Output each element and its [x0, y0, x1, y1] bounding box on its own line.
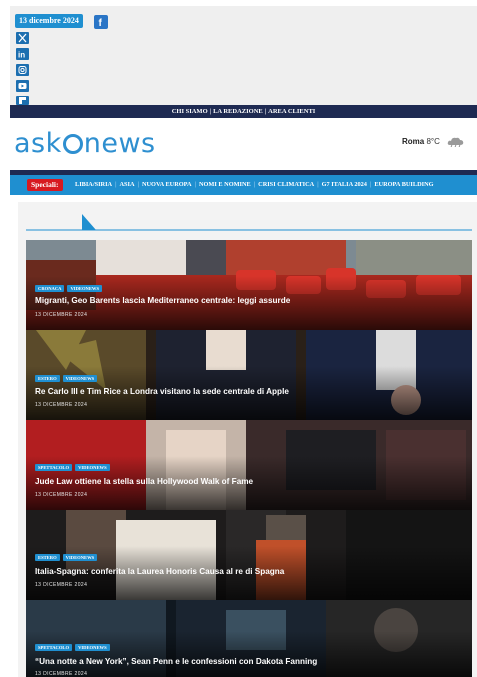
article-date: 13 DICEMBRE 2024: [35, 671, 88, 677]
article-card[interactable]: ESTERO VIDEONEWS Re Carlo III e Tim Rice …: [26, 330, 472, 420]
tag-label[interactable]: SPETTACOLO: [35, 644, 73, 651]
speciali-item[interactable]: G7 ITALIA 2024: [319, 181, 370, 188]
tag-label[interactable]: CRONACA: [35, 285, 65, 292]
instagram-icon[interactable]: [16, 64, 29, 76]
tag-label[interactable]: VIDEONEWS: [67, 285, 103, 292]
tag-label[interactable]: ESTERO: [35, 375, 60, 382]
x-icon[interactable]: [16, 32, 29, 44]
linkedin-icon[interactable]: in: [16, 48, 29, 60]
tag-label[interactable]: VIDEONEWS: [62, 554, 98, 561]
site-logo[interactable]: ask news: [14, 128, 156, 159]
article-title[interactable]: Jude Law ottiene la stella sulla Hollywo…: [35, 477, 253, 486]
weather-temp: 8°C: [426, 137, 440, 146]
nav-la-redazione[interactable]: LA REDAZIONE: [213, 108, 263, 115]
nav-area-clienti[interactable]: AREA CLIENTI: [268, 108, 315, 115]
tag-label[interactable]: ESTERO: [35, 554, 60, 561]
speciali-item[interactable]: EUROPA BUILDING: [371, 181, 436, 188]
article-card[interactable]: CRONACA VIDEONEWS Migranti, Geo Barents l…: [26, 240, 472, 330]
top-bar: 13 dicembre 2024 f in: [10, 6, 477, 105]
article-date: 13 DICEMBRE 2024: [35, 402, 88, 408]
speciali-items: LIBIA/SIRIA | ASIA | NUOVA EUROPA | NOMI E NOM…: [72, 175, 437, 195]
youtube-icon[interactable]: [16, 80, 29, 92]
speciali-item[interactable]: NUOVA EUROPA: [139, 181, 195, 188]
logo-text-right: news: [83, 128, 156, 159]
date-label: 13 dicembre 2024: [15, 14, 83, 28]
article-card[interactable]: SPETTACOLO VIDEONEWS Jude Law ottiene la …: [26, 420, 472, 510]
weather-city: Roma: [402, 137, 425, 146]
svg-text:in: in: [18, 51, 25, 60]
article-date: 13 DICEMBRE 2024: [35, 312, 88, 318]
article-date: 13 DICEMBRE 2024: [35, 492, 88, 498]
flipboard-icon[interactable]: [16, 96, 29, 105]
article-title[interactable]: Italia-Spagna: conferita la Laurea Honor…: [35, 567, 284, 576]
svg-text:f: f: [99, 18, 103, 29]
speciali-item[interactable]: CRISI CLIMATICA: [255, 181, 317, 188]
nav-chi-siamo[interactable]: CHI SIAMO: [172, 108, 208, 115]
article-date: 13 DICEMBRE 2024: [35, 582, 88, 588]
speciali-label: Speciali:: [27, 179, 63, 191]
tag-label[interactable]: VIDEONEWS: [75, 464, 110, 471]
section-tab-indicator: [26, 214, 472, 231]
cloud-icon: [447, 137, 464, 147]
article-title[interactable]: Migranti, Geo Barents lascia Mediterrane…: [35, 296, 290, 305]
tag-label[interactable]: SPETTACOLO: [35, 464, 73, 471]
tag-label[interactable]: VIDEONEWS: [75, 644, 110, 651]
speciali-bar: Speciali: LIBIA/SIRIA | ASIA | NUOVA EUROPA |…: [10, 175, 477, 195]
facebook-icon[interactable]: f: [94, 15, 108, 29]
article-title[interactable]: “Una notte a New York”, Sean Penn e le c…: [35, 657, 317, 666]
article-card[interactable]: ESTERO VIDEONEWS Italia-Spagna: conferita…: [26, 510, 472, 600]
speciali-item[interactable]: LIBIA/SIRIA: [72, 181, 115, 188]
top-navigation: CHI SIAMO | LA REDAZIONE | AREA CLIENTI: [10, 105, 477, 118]
tag-label[interactable]: VIDEONEWS: [62, 375, 98, 382]
logo-symbol: [62, 134, 83, 154]
speciali-item[interactable]: NOMI E NOMINE: [196, 181, 254, 188]
logo-text-left: ask: [14, 128, 62, 159]
weather-widget: Roma 8°C: [402, 137, 440, 146]
article-title[interactable]: Re Carlo III e Tim Rice a Londra visitan…: [35, 387, 289, 396]
article-card[interactable]: SPETTACOLO VIDEONEWS “Una notte a New Yor…: [26, 600, 472, 677]
speciali-item[interactable]: ASIA: [117, 181, 138, 188]
